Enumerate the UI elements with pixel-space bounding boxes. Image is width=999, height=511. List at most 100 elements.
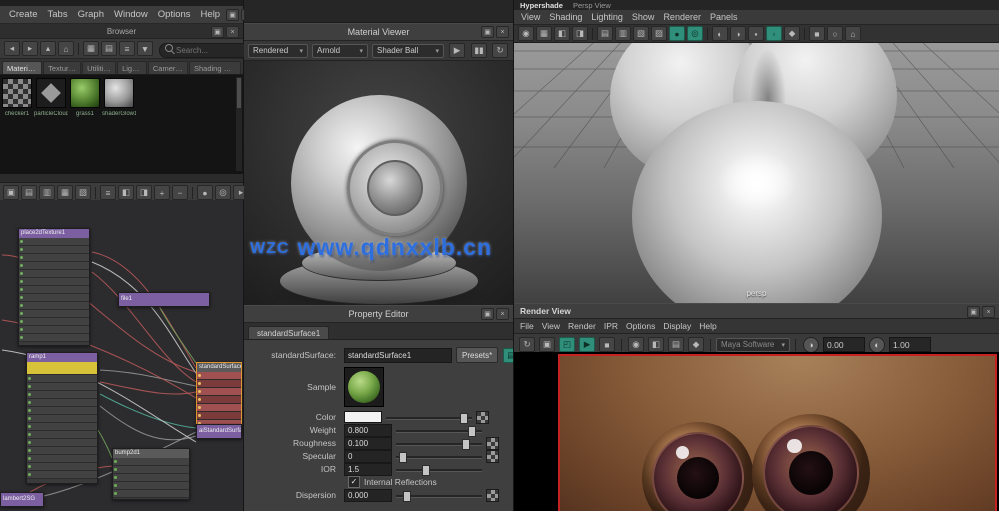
columns-layout-icon[interactable]: ▥ <box>39 185 55 200</box>
node-attr-row[interactable] <box>19 326 89 334</box>
material-swatch-grass[interactable] <box>70 78 100 108</box>
grid-icon[interactable]: ▦ <box>536 26 552 41</box>
popout-icon[interactable]: ▣ <box>967 306 980 318</box>
node-attr-row[interactable] <box>27 455 97 463</box>
redo-render-icon[interactable]: ↻ <box>519 337 535 352</box>
list-view-icon[interactable]: ▤ <box>101 41 117 56</box>
select-mode-icon[interactable]: ● <box>197 185 213 200</box>
material-swatch-particle[interactable] <box>36 78 66 108</box>
color-management-icon[interactable]: ◆ <box>688 337 704 352</box>
swatch-display-icon[interactable]: ▧ <box>75 185 91 200</box>
map-texture-icon[interactable] <box>486 437 499 450</box>
node-graph[interactable]: place2dTexture1 file1 ramp1 standardSurf… <box>0 200 243 511</box>
node-attr-row[interactable] <box>197 372 241 380</box>
renderer-dropdown[interactable]: Arnold ▾ <box>312 44 368 58</box>
menu-help[interactable]: Help <box>196 8 226 21</box>
lighting-icon[interactable]: ▥ <box>615 26 631 41</box>
map-texture-icon[interactable] <box>476 411 489 424</box>
node-attr-row[interactable] <box>19 310 89 318</box>
attribute-editor-icon[interactable]: ▤ <box>503 348 513 363</box>
node-attr-row[interactable] <box>19 262 89 270</box>
rendered-image[interactable] <box>558 354 997 511</box>
ior-field[interactable] <box>344 463 392 476</box>
roughness-slider[interactable] <box>396 438 482 449</box>
close-icon[interactable]: × <box>226 26 239 38</box>
node-attr-row[interactable] <box>197 388 241 396</box>
back-icon[interactable]: ◂ <box>4 41 20 56</box>
menu-tabs[interactable]: Tabs <box>43 8 73 21</box>
snapshot-icon[interactable]: ◰ <box>559 337 575 352</box>
node-attr-row[interactable] <box>113 458 189 466</box>
tab-utilities[interactable]: Utilities <box>82 61 116 74</box>
close-icon[interactable]: × <box>496 308 509 320</box>
node-attr-row[interactable] <box>19 286 89 294</box>
color-slider[interactable] <box>386 412 472 423</box>
home-icon[interactable]: ⌂ <box>58 41 74 56</box>
gamma-field[interactable] <box>889 337 931 352</box>
dispersion-slider[interactable] <box>396 490 482 501</box>
node-attr-row[interactable] <box>19 334 89 342</box>
menu-show[interactable]: Show <box>632 12 655 22</box>
tab-materials[interactable]: Materials <box>2 61 42 74</box>
node-attr-row[interactable] <box>19 254 89 262</box>
forward-icon[interactable]: ▸ <box>22 41 38 56</box>
weight-slider[interactable] <box>396 425 482 436</box>
grid-layout-icon[interactable]: ▦ <box>57 185 73 200</box>
menu-ipr[interactable]: IPR <box>604 321 618 331</box>
shaded-mode-icon[interactable]: ◧ <box>554 26 570 41</box>
menu-render[interactable]: Render <box>568 321 596 331</box>
fill-icon[interactable]: ■ <box>809 26 825 41</box>
node-attr-row[interactable] <box>27 439 97 447</box>
popout-icon[interactable]: ▣ <box>211 26 224 38</box>
selection-highlight-icon[interactable]: ● <box>669 26 685 41</box>
shadows-icon[interactable]: ▧ <box>633 26 649 41</box>
node-attr-row[interactable] <box>197 396 241 404</box>
exposure-knob-icon[interactable]: ◑ <box>803 337 819 353</box>
material-viewer-canvas[interactable] <box>244 61 513 305</box>
thumbnails-icon[interactable]: ▦ <box>83 41 99 56</box>
material-swatch-checker[interactable] <box>2 78 32 108</box>
alpha-channel-icon[interactable]: ▤ <box>668 337 684 352</box>
node-attr-row[interactable] <box>19 278 89 286</box>
wireframe-icon[interactable]: ▤ <box>597 26 613 41</box>
bookmark-icon[interactable]: ▣ <box>3 185 19 200</box>
popout-icon[interactable]: ▣ <box>226 9 239 21</box>
node-lambert2sg[interactable]: lambert2SG <box>0 492 44 507</box>
menu-view[interactable]: View <box>521 12 540 22</box>
node-attr-row[interactable] <box>27 407 97 415</box>
perspective-viewport[interactable]: persp <box>514 43 999 303</box>
node-ramp1[interactable]: ramp1 <box>26 352 98 484</box>
weight-field[interactable] <box>344 424 392 437</box>
material-name-field[interactable] <box>344 348 452 363</box>
node-attr-row[interactable] <box>27 447 97 455</box>
node-attr-row[interactable] <box>27 431 97 439</box>
home-view-icon[interactable]: ⌂ <box>845 26 861 41</box>
presets-button[interactable]: Presets* <box>456 347 498 363</box>
specular-field[interactable] <box>344 450 392 463</box>
up-icon[interactable]: ▴ <box>40 41 56 56</box>
internal-reflections-checkbox[interactable]: ✓ <box>348 476 360 488</box>
render-region-icon[interactable]: ▣ <box>539 337 555 352</box>
tab-cameras[interactable]: Cameras <box>148 61 188 74</box>
rgb-channels-icon[interactable]: ◧ <box>648 337 664 352</box>
menu-options[interactable]: Options <box>153 8 196 21</box>
sort-icon[interactable]: ≡ <box>119 41 135 56</box>
node-attr-row[interactable] <box>19 302 89 310</box>
node-bump2d1[interactable]: bump2d1 <box>112 448 190 500</box>
play-icon[interactable]: ▶ <box>449 43 465 58</box>
frame-all-icon[interactable]: ◎ <box>215 185 231 200</box>
scrollbar-thumb[interactable] <box>237 78 241 108</box>
node-attr-row[interactable] <box>19 238 89 246</box>
ior-slider[interactable] <box>396 464 482 475</box>
menu-view[interactable]: View <box>542 321 560 331</box>
menu-window[interactable]: Window <box>109 8 153 21</box>
rows-layout-icon[interactable]: ▤ <box>21 185 37 200</box>
menu-shading[interactable]: Shading <box>549 12 582 22</box>
output-connections-icon[interactable]: ◨ <box>136 185 152 200</box>
node-attr-row[interactable] <box>27 423 97 431</box>
remove-node-icon[interactable]: − <box>172 185 188 200</box>
node-attr-row[interactable] <box>113 482 189 490</box>
keep-image-icon[interactable]: ◉ <box>628 337 644 352</box>
geometry-dropdown[interactable]: Shader Ball ▾ <box>372 44 444 58</box>
input-connections-icon[interactable]: ◧ <box>118 185 134 200</box>
